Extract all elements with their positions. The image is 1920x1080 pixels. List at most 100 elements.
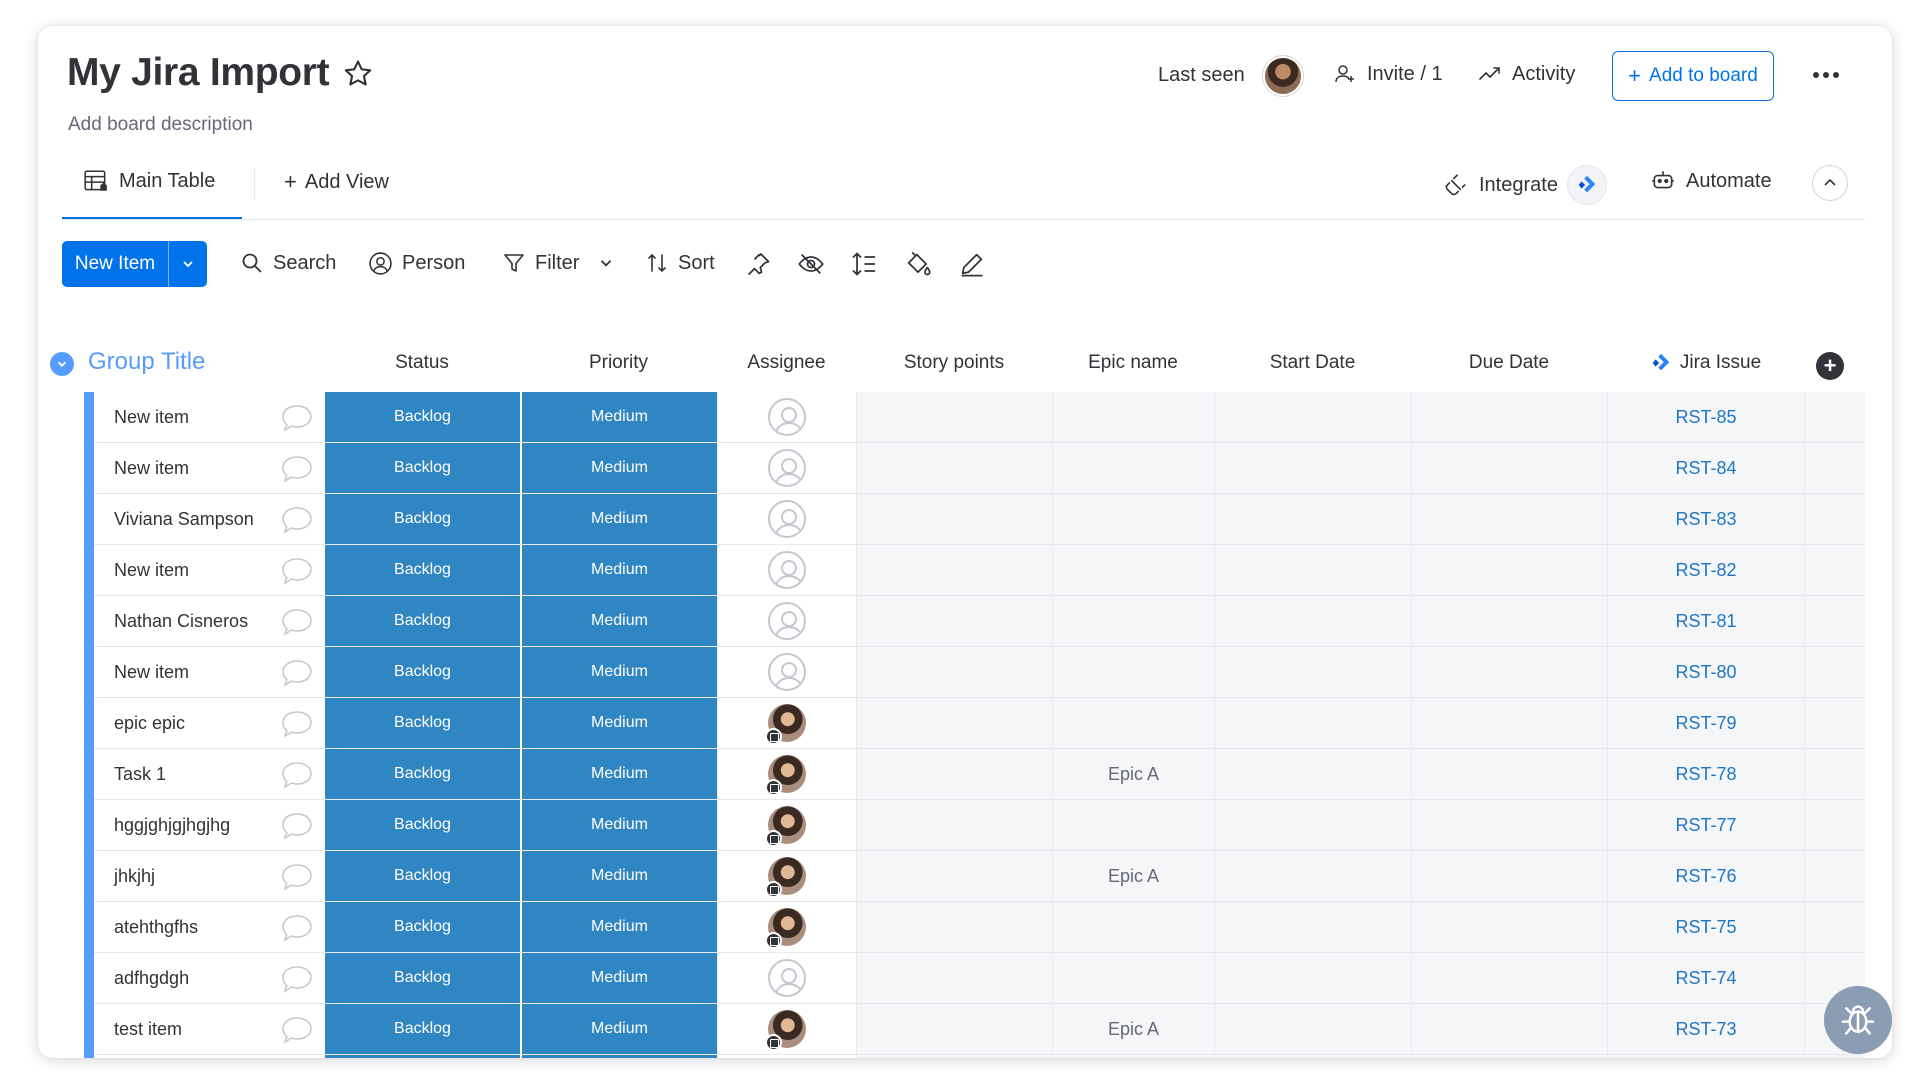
column-header-due-date[interactable]: Due Date [1411, 352, 1607, 374]
column-header-priority[interactable]: Priority [520, 352, 717, 374]
assignee-avatar[interactable] [765, 1010, 806, 1051]
column-header-jira-issue[interactable]: Jira Issue [1607, 352, 1804, 374]
jira-issue-cell[interactable]: RST-83 [1607, 494, 1804, 544]
priority-cell[interactable]: Medium [520, 953, 717, 1003]
comment-bubble-icon[interactable] [280, 964, 314, 994]
start-date-cell[interactable] [1214, 800, 1411, 850]
table-row[interactable]: Nathan Cisneros Backlog Medium RST-81 [84, 596, 1865, 647]
priority-cell[interactable]: Medium [520, 698, 717, 748]
assignee-cell[interactable] [717, 647, 856, 697]
assignee-cell[interactable] [717, 494, 856, 544]
epic-name-cell[interactable] [1052, 902, 1214, 952]
priority-cell[interactable]: Medium [520, 851, 717, 901]
status-cell[interactable]: Backlog [324, 647, 520, 697]
due-date-cell[interactable] [1411, 698, 1607, 748]
due-date-cell[interactable] [1411, 1004, 1607, 1054]
start-date-cell[interactable] [1214, 902, 1411, 952]
assignee-avatar[interactable] [765, 704, 806, 745]
comment-bubble-icon[interactable] [280, 505, 314, 535]
due-date-cell[interactable] [1411, 545, 1607, 595]
epic-name-cell[interactable] [1052, 596, 1214, 646]
status-cell[interactable]: Backlog [324, 494, 520, 544]
story-points-cell[interactable] [856, 851, 1052, 901]
jira-issue-link[interactable]: RST-79 [1675, 713, 1736, 734]
epic-name-cell[interactable]: Epic A [1052, 749, 1214, 799]
comment-bubble-icon[interactable] [280, 556, 314, 586]
priority-cell[interactable]: Medium [520, 902, 717, 952]
due-date-cell[interactable] [1411, 596, 1607, 646]
status-cell[interactable]: Backlog [324, 902, 520, 952]
jira-issue-cell[interactable]: RST-76 [1607, 851, 1804, 901]
epic-name-cell[interactable] [1052, 698, 1214, 748]
start-date-cell[interactable] [1214, 1004, 1411, 1054]
priority-cell[interactable]: Medium [520, 392, 717, 442]
jira-issue-link[interactable]: RST-75 [1675, 917, 1736, 938]
table-row[interactable]: jhkjhj Backlog Medium Epic A RST-76 [84, 851, 1865, 902]
start-date-cell[interactable] [1214, 749, 1411, 799]
start-date-cell[interactable] [1214, 851, 1411, 901]
person-filter-button[interactable]: Person [368, 251, 465, 276]
table-row[interactable]: Viviana Sampson Backlog Medium RST-83 [84, 494, 1865, 545]
new-item-dropdown[interactable] [169, 241, 207, 287]
epic-name-cell[interactable]: Epic A [1052, 851, 1214, 901]
activity-button[interactable]: Activity [1478, 62, 1575, 86]
story-points-cell[interactable] [856, 698, 1052, 748]
start-date-cell[interactable] [1214, 392, 1411, 442]
jira-issue-link[interactable]: RST-76 [1675, 866, 1736, 887]
empty-person-icon[interactable] [768, 449, 806, 487]
story-points-cell[interactable] [856, 647, 1052, 697]
search-button[interactable]: Search [240, 251, 336, 275]
story-points-cell[interactable] [856, 392, 1052, 442]
chevron-down-icon[interactable] [598, 255, 614, 271]
group-title[interactable]: Group Title [88, 348, 205, 376]
jira-issue-link[interactable]: RST-81 [1675, 611, 1736, 632]
epic-name-cell[interactable] [1052, 647, 1214, 697]
collapse-header-button[interactable] [1812, 165, 1848, 201]
jira-issue-link[interactable]: RST-74 [1675, 968, 1736, 989]
add-to-board-button[interactable]: + Add to board [1612, 51, 1774, 101]
story-points-cell[interactable] [856, 545, 1052, 595]
jira-issue-link[interactable]: RST-82 [1675, 560, 1736, 581]
empty-person-icon[interactable] [768, 602, 806, 640]
assignee-avatar[interactable] [765, 857, 806, 898]
jira-issue-cell[interactable]: RST-77 [1607, 800, 1804, 850]
table-row[interactable]: New item Backlog Medium RST-84 [84, 443, 1865, 494]
table-row[interactable]: New item Backlog Medium RST-85 [84, 392, 1865, 443]
empty-person-icon[interactable] [768, 551, 806, 589]
table-row[interactable]: New item Backlog Medium RST-82 [84, 545, 1865, 596]
row-height-icon[interactable] [850, 250, 878, 278]
assignee-cell[interactable] [717, 596, 856, 646]
priority-cell[interactable]: Medium [520, 749, 717, 799]
story-points-cell[interactable] [856, 749, 1052, 799]
start-date-cell[interactable] [1214, 494, 1411, 544]
group-collapse-toggle[interactable] [50, 352, 74, 376]
due-date-cell[interactable] [1411, 902, 1607, 952]
story-points-cell[interactable] [856, 443, 1052, 493]
start-date-cell[interactable] [1214, 596, 1411, 646]
jira-issue-link[interactable]: RST-77 [1675, 815, 1736, 836]
assignee-cell[interactable] [717, 749, 856, 799]
story-points-cell[interactable] [856, 902, 1052, 952]
new-item-button[interactable]: New Item [62, 241, 207, 287]
jira-issue-cell[interactable]: RST-85 [1607, 392, 1804, 442]
jira-issue-link[interactable]: RST-84 [1675, 458, 1736, 479]
assignee-avatar[interactable] [765, 806, 806, 847]
table-row[interactable]: hggjghjgjhgjhg Backlog Medium RST-77 [84, 800, 1865, 851]
table-row[interactable]: New item Backlog Medium RST-80 [84, 647, 1865, 698]
empty-person-icon[interactable] [768, 398, 806, 436]
comment-bubble-icon[interactable] [280, 607, 314, 637]
status-cell[interactable]: Backlog [324, 596, 520, 646]
priority-cell[interactable]: Medium [520, 647, 717, 697]
status-cell[interactable]: Backlog [324, 800, 520, 850]
board-description[interactable]: Add board description [68, 114, 253, 136]
story-points-cell[interactable] [856, 953, 1052, 1003]
more-options-icon[interactable] [1806, 61, 1846, 89]
priority-cell[interactable]: Medium [520, 596, 717, 646]
table-row[interactable]: atehthgfhs Backlog Medium RST-75 [84, 902, 1865, 953]
jira-issue-cell[interactable]: RST-79 [1607, 698, 1804, 748]
jira-issue-cell[interactable]: RST-81 [1607, 596, 1804, 646]
jira-issue-cell[interactable]: RST-82 [1607, 545, 1804, 595]
start-date-cell[interactable] [1214, 698, 1411, 748]
pin-icon[interactable] [744, 250, 772, 278]
due-date-cell[interactable] [1411, 800, 1607, 850]
